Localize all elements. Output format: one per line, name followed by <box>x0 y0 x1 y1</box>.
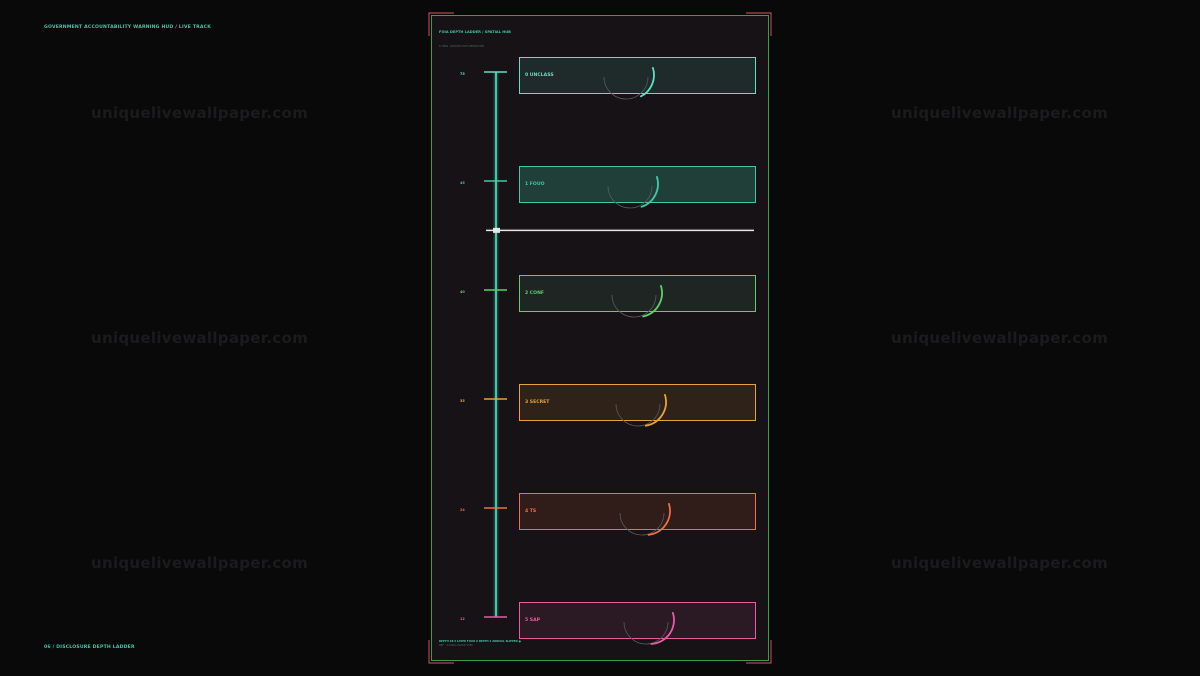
panel-status-line: DEPTH 28.5 LAYER FOUO 6 DEPTH 2 ARRIVAL … <box>439 640 521 643</box>
panel-reference-line: REF · 2-DISCLOSURE STEP <box>439 644 473 647</box>
tier-gauge-arc <box>640 176 659 208</box>
depth-cursor-handle <box>493 227 500 233</box>
ladder-graphics <box>484 67 754 645</box>
tier-gauge-arc <box>642 285 663 318</box>
tier-gauge-arc <box>647 503 671 536</box>
tier-gauge-arc <box>644 394 667 427</box>
tier-gauge-arc <box>650 612 675 645</box>
